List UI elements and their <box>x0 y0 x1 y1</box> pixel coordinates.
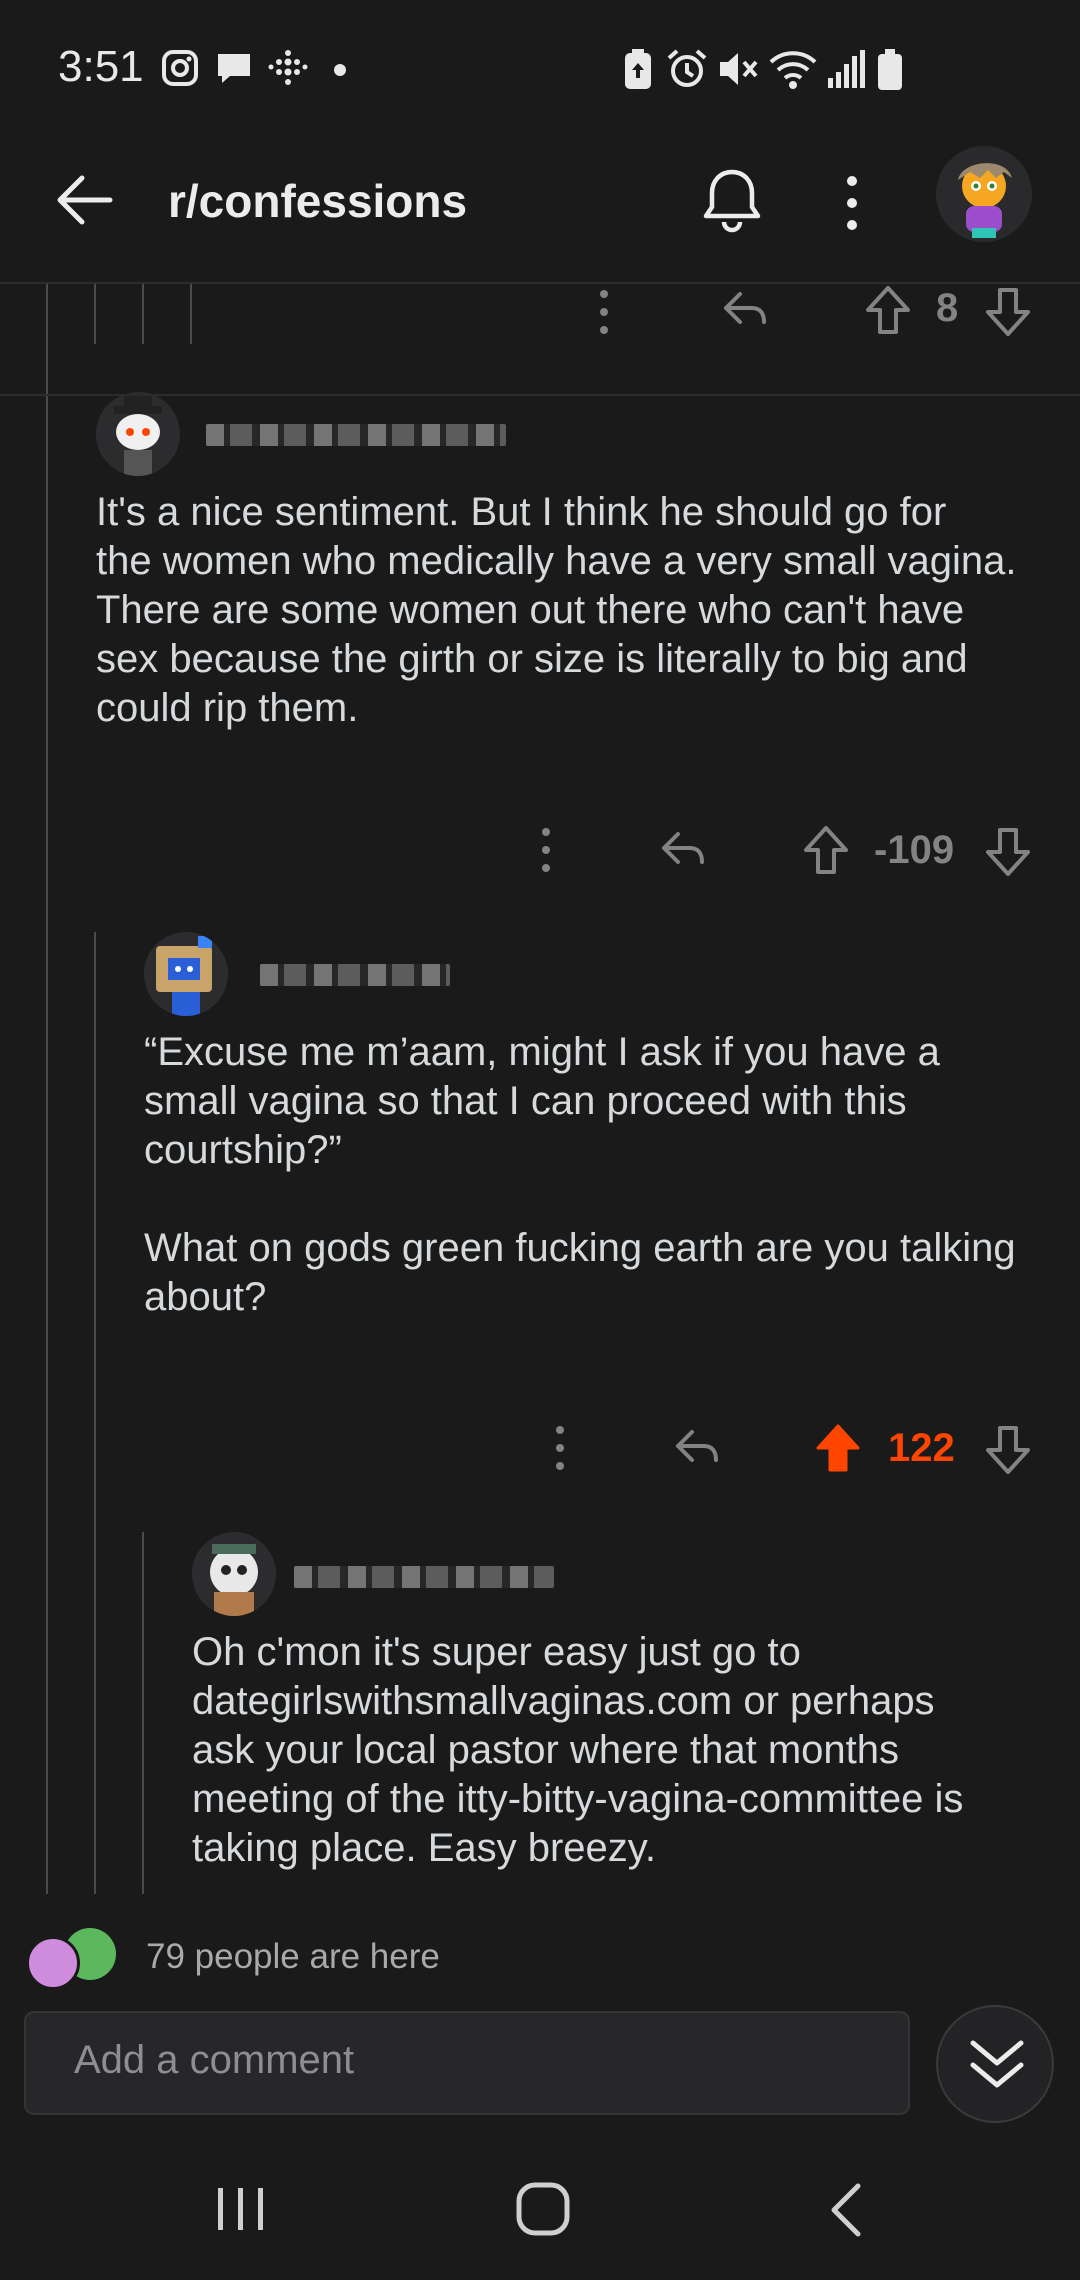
comment-body: “Excuse me m’aam, might I ask if you hav… <box>144 1030 1016 1319</box>
reply-icon[interactable] <box>672 1424 722 1472</box>
battery-saver-icon <box>625 49 651 89</box>
thread-line[interactable] <box>142 1532 144 1894</box>
downvote-icon[interactable] <box>984 826 1032 878</box>
status-time: 3:51 <box>58 42 144 91</box>
username-redacted[interactable] <box>294 1566 554 1588</box>
bell-icon[interactable] <box>700 166 764 236</box>
upvote-icon[interactable] <box>864 284 912 336</box>
downvote-icon[interactable] <box>984 286 1032 338</box>
comment-actions: 122 <box>520 1418 1060 1478</box>
battery-icon <box>878 49 902 90</box>
divider <box>0 394 1080 396</box>
upvote-icon-active[interactable] <box>814 1422 862 1474</box>
next-comment-button[interactable] <box>936 2005 1054 2123</box>
comment-composer[interactable] <box>24 2011 910 2115</box>
comment-body: Oh c'mon it's super easy just go to date… <box>192 1630 964 1870</box>
downvote-icon[interactable] <box>984 1424 1032 1476</box>
upvote-icon[interactable] <box>802 824 850 876</box>
comment-input[interactable] <box>72 2037 856 2084</box>
more-options-icon[interactable] <box>594 286 614 338</box>
reply-icon[interactable] <box>658 826 708 874</box>
thread-line[interactable] <box>94 932 96 1894</box>
back-nav-icon[interactable] <box>822 2182 872 2238</box>
mute-icon <box>720 53 758 85</box>
wifi-icon <box>769 51 817 89</box>
presence-count: 79 people are here <box>146 1937 440 1976</box>
commenter-avatar[interactable] <box>96 392 180 476</box>
username-redacted[interactable] <box>206 424 506 446</box>
user-avatar[interactable] <box>936 146 1032 242</box>
more-options-icon[interactable] <box>838 172 866 234</box>
app-header: r/confessions <box>0 130 1080 284</box>
more-options-icon[interactable] <box>536 824 556 876</box>
double-chevron-down-icon <box>970 2040 1024 2088</box>
thread-line[interactable] <box>46 284 48 1894</box>
presence-avatars <box>26 1928 118 1992</box>
notification-dot-icon <box>334 64 346 76</box>
vote-count: -109 <box>874 828 955 872</box>
username-redacted[interactable] <box>260 964 450 986</box>
reply-icon[interactable] <box>720 286 770 334</box>
commenter-avatar[interactable] <box>192 1532 276 1616</box>
instagram-icon <box>162 50 198 86</box>
fitbit-icon <box>268 50 308 85</box>
commenter-avatar[interactable] <box>144 932 228 1016</box>
vote-count: 8 <box>936 286 959 330</box>
alarm-icon <box>667 49 707 87</box>
system-nav-bar <box>0 2140 1080 2280</box>
thread-line[interactable] <box>94 284 96 344</box>
home-icon[interactable] <box>514 2180 572 2238</box>
subreddit-title[interactable]: r/confessions <box>168 174 467 228</box>
avatar <box>26 1936 80 1990</box>
comment-actions: -109 <box>520 820 1060 880</box>
thread-line[interactable] <box>142 284 144 344</box>
status-bar: 3:51 <box>0 0 1080 130</box>
comment-actions: 8 <box>580 280 1060 340</box>
comment-body: It's a nice sentiment. But I think he sh… <box>96 490 1017 730</box>
more-options-icon[interactable] <box>550 1422 570 1474</box>
back-arrow-icon[interactable] <box>52 168 116 232</box>
signal-icon <box>828 50 865 88</box>
message-icon <box>218 54 250 83</box>
recent-apps-icon[interactable] <box>214 2182 268 2236</box>
vote-count: 122 <box>888 1426 955 1470</box>
thread-line[interactable] <box>190 284 192 344</box>
